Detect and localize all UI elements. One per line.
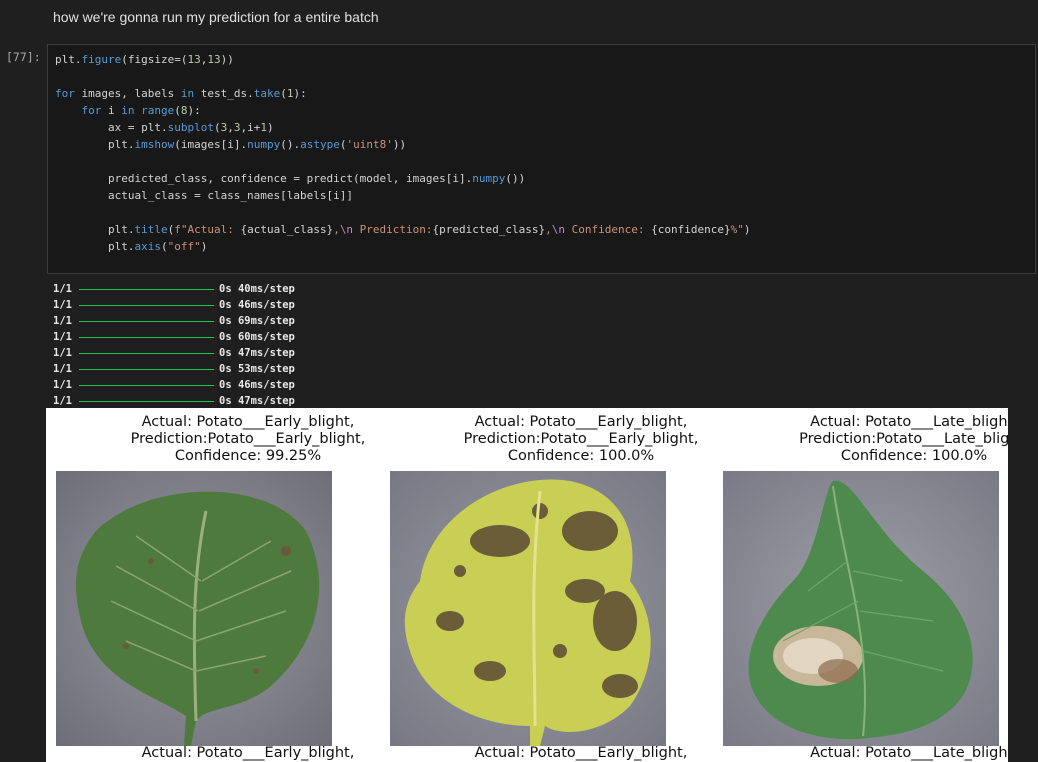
actual-label: Actual: Potato___Early_blight, <box>474 745 688 761</box>
leaf-image-3 <box>723 471 999 746</box>
confidence-label: Confidence: 99.25% <box>174 448 322 464</box>
markdown-text: how we're gonna run my prediction for a … <box>53 9 379 25</box>
leaf-image-1 <box>56 471 332 746</box>
progress-bar <box>79 384 214 386</box>
output-step-row: 1/1 0s 46ms/step <box>53 297 295 313</box>
actual-label: Actual: Potato___Early_blight, <box>141 414 355 430</box>
step-time: 0s 46ms/step <box>219 299 295 311</box>
progress-bar <box>79 288 214 290</box>
confidence-label: Confidence: 100.0% <box>507 448 655 464</box>
subplot-title-1: Actual: Potato___Early_blight, Predictio… <box>98 414 398 465</box>
step-time: 0s 47ms/step <box>219 395 295 407</box>
step-fraction: 1/1 <box>53 379 72 391</box>
step-fraction: 1/1 <box>53 395 72 407</box>
output-step-row: 1/1 0s 46ms/step <box>53 377 295 393</box>
execution-count: [77]: <box>6 50 41 64</box>
subplot-title-3: Actual: Potato___Late_blight, Prediction… <box>764 414 1008 465</box>
subplot-title-6: Actual: Potato___Late_blight, <box>764 745 1008 762</box>
progress-bar <box>79 400 214 402</box>
prediction-label: Prediction:Potato___Early_blight, <box>463 431 699 447</box>
progress-bar <box>79 368 214 370</box>
actual-label: Actual: Potato___Late_blight, <box>810 745 1008 761</box>
step-time: 0s 40ms/step <box>219 283 295 295</box>
code-editor[interactable]: plt.figure(figsize=(13,13)) for images, … <box>55 51 750 255</box>
actual-label: Actual: Potato___Early_blight, <box>474 414 688 430</box>
progress-bar <box>79 320 214 322</box>
step-fraction: 1/1 <box>53 299 72 311</box>
output-step-row: 1/1 0s 40ms/step <box>53 281 295 297</box>
output-step-row: 1/1 0s 53ms/step <box>53 361 295 377</box>
step-fraction: 1/1 <box>53 331 72 343</box>
step-time: 0s 60ms/step <box>219 331 295 343</box>
output-step-row: 1/1 0s 47ms/step <box>53 345 295 361</box>
cell-output-log: 1/1 0s 40ms/step 1/1 0s 46ms/step 1/1 0s 69ms… <box>53 281 295 409</box>
progress-bar <box>79 304 214 306</box>
prediction-label: Prediction:Potato___Late_blight, <box>799 431 1008 447</box>
output-step-row: 1/1 0s 69ms/step <box>53 313 295 329</box>
step-time: 0s 47ms/step <box>219 347 295 359</box>
step-time: 0s 46ms/step <box>219 379 295 391</box>
code-cell[interactable]: plt.figure(figsize=(13,13)) for images, … <box>47 44 1036 274</box>
prediction-label: Prediction:Potato___Early_blight, <box>130 431 366 447</box>
step-fraction: 1/1 <box>53 315 72 327</box>
step-time: 0s 53ms/step <box>219 363 295 375</box>
output-step-row: 1/1 0s 47ms/step <box>53 393 295 409</box>
step-fraction: 1/1 <box>53 347 72 359</box>
subplot-title-4: Actual: Potato___Early_blight, <box>98 745 398 762</box>
actual-label: Actual: Potato___Late_blight, <box>810 414 1008 430</box>
progress-bar <box>79 352 214 354</box>
subplot-title-2: Actual: Potato___Early_blight, Predictio… <box>431 414 731 465</box>
confidence-label: Confidence: 100.0% <box>840 448 988 464</box>
step-fraction: 1/1 <box>53 283 72 295</box>
actual-label: Actual: Potato___Early_blight, <box>141 745 355 761</box>
subplot-title-5: Actual: Potato___Early_blight, <box>431 745 731 762</box>
output-step-row: 1/1 0s 60ms/step <box>53 329 295 345</box>
matplotlib-figure: Actual: Potato___Early_blight, Predictio… <box>46 408 1008 762</box>
step-fraction: 1/1 <box>53 363 72 375</box>
progress-bar <box>79 336 214 338</box>
leaf-image-2 <box>390 471 666 746</box>
step-time: 0s 69ms/step <box>219 315 295 327</box>
